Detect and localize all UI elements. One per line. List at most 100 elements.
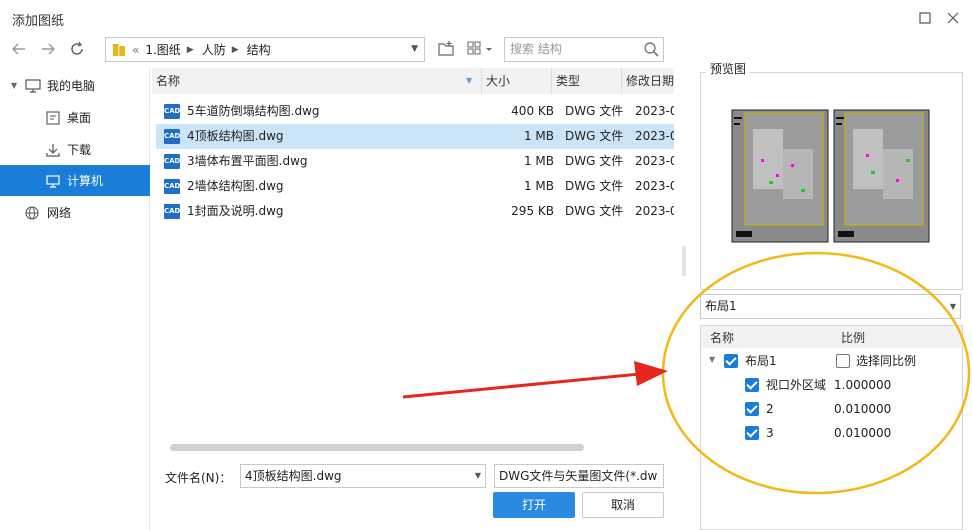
address-dropdown-icon[interactable]: ▼: [411, 44, 418, 54]
file-date: 2023-0: [635, 179, 674, 193]
breadcrumb-segment[interactable]: 结构: [247, 41, 271, 58]
layout-select-value: 布局1: [705, 299, 737, 313]
file-type: DWG 文件: [565, 179, 624, 193]
file-size: 1 MB: [523, 154, 554, 168]
computer-icon: [25, 78, 41, 93]
new-folder-button[interactable]: [437, 40, 455, 58]
layout-root-checkbox[interactable]: [724, 354, 738, 368]
close-icon: [947, 12, 959, 24]
viewport-checkbox[interactable]: [745, 402, 759, 416]
filename-field[interactable]: 4顶板结构图.dwg ▼: [240, 464, 486, 488]
close-button[interactable]: [943, 8, 963, 28]
address-bar[interactable]: « 1.图纸 ▶ 人防 ▶ 结构 ▼: [105, 37, 425, 62]
tree-item-scale: 0.010000: [834, 426, 892, 440]
window-title: 添加图纸: [12, 14, 65, 29]
tree-item-label: 2: [766, 402, 774, 416]
tree-item-label: 视口外区域: [766, 378, 827, 392]
panel-splitter[interactable]: [682, 246, 686, 276]
cad-file-icon: CAD: [164, 204, 180, 219]
cad-file-icon: CAD: [164, 179, 180, 194]
filetype-value: DWG文件与矢量图文件(*.dw: [499, 469, 658, 483]
viewport-checkbox[interactable]: [745, 378, 759, 392]
overflow-chevron-icon[interactable]: «: [132, 43, 139, 57]
search-icon[interactable]: [643, 41, 659, 57]
breadcrumb-segment[interactable]: 1.图纸: [145, 41, 180, 58]
same-scale-checkbox[interactable]: [836, 354, 850, 368]
breadcrumb-separator-icon: ▶: [231, 44, 239, 55]
open-button[interactable]: 打开: [493, 492, 575, 518]
column-header-size[interactable]: 大小: [482, 68, 552, 94]
sidebar-item-label: 我的电脑: [47, 79, 96, 93]
table-row[interactable]: CAD 1封面及说明.dwg 295 KB DWG 文件 2023-0: [156, 199, 674, 224]
sidebar-item-computer[interactable]: 计算机: [0, 165, 150, 196]
filename-label: 文件名(N)：: [165, 471, 232, 485]
file-name: 3墙体布置平面图.dwg: [187, 154, 308, 168]
folder-icon: [113, 43, 125, 56]
sidebar: ▼ 我的电脑 桌面 下载 计算机 网络: [0, 68, 150, 530]
column-header-type[interactable]: 类型: [552, 68, 622, 94]
monitor-icon: [46, 174, 60, 188]
file-size: 1 MB: [523, 129, 554, 143]
sidebar-item-network[interactable]: 网络: [0, 197, 150, 228]
sidebar-item-label: 下载: [67, 143, 92, 157]
tree-item-label: 3: [766, 426, 774, 440]
sidebar-item-desktop[interactable]: 桌面: [0, 102, 150, 133]
filename-dropdown-icon[interactable]: ▼: [475, 465, 481, 487]
cad-file-icon: CAD: [164, 104, 180, 119]
view-mode-button[interactable]: [466, 40, 494, 58]
horizontal-scrollbar[interactable]: [170, 444, 584, 451]
breadcrumb-segment[interactable]: 人防: [202, 41, 226, 58]
cad-file-icon: CAD: [164, 154, 180, 169]
file-type: DWG 文件: [565, 129, 624, 143]
sidebar-item-downloads[interactable]: 下载: [0, 134, 150, 165]
column-header-name[interactable]: 名称 ▼: [152, 68, 482, 94]
maximize-button[interactable]: [915, 8, 935, 28]
preview-label: 预览图: [706, 60, 751, 77]
file-size: 400 KB: [511, 104, 554, 118]
column-header-label: 修改日期: [626, 74, 675, 88]
same-scale-label: 选择同比例: [856, 354, 917, 368]
filename-value: 4顶板结构图.dwg: [245, 469, 342, 483]
back-button[interactable]: [8, 38, 30, 60]
file-date: 2023-0: [635, 104, 674, 118]
sidebar-item-label: 网络: [47, 206, 72, 220]
grid-view-icon: [467, 41, 492, 55]
filetype-select[interactable]: DWG文件与矢量图文件(*.dw: [494, 464, 664, 488]
search-input[interactable]: 搜索 结构: [504, 37, 664, 62]
layout-dropdown-icon: ▼: [949, 302, 956, 311]
file-size: 295 KB: [511, 204, 554, 218]
tree-item-scale: 1.000000: [834, 378, 892, 392]
globe-icon: [25, 205, 39, 220]
file-type: DWG 文件: [565, 204, 624, 218]
collapse-arrow-icon[interactable]: ▼: [11, 81, 17, 90]
refresh-button[interactable]: [66, 38, 88, 60]
cad-file-icon: CAD: [164, 129, 180, 144]
file-list: 名称 ▼ 大小 类型 修改日期 CAD 5车道防倒塌结构图.dwg 400 KB…: [152, 68, 674, 453]
file-date: 2023-0: [635, 154, 674, 168]
sidebar-item-label: 桌面: [67, 111, 92, 125]
download-icon: [46, 143, 60, 157]
tree-item-scale: 0.010000: [834, 402, 892, 416]
file-date: 2023-0: [635, 129, 674, 143]
forward-button[interactable]: [37, 38, 59, 60]
table-row[interactable]: CAD 3墙体布置平面图.dwg 1 MB DWG 文件 2023-0: [156, 149, 674, 174]
file-type: DWG 文件: [565, 154, 624, 168]
layout-select[interactable]: 布局1 ▼: [700, 294, 961, 319]
table-row[interactable]: CAD 5车道防倒塌结构图.dwg 400 KB DWG 文件 2023-0: [156, 99, 674, 124]
arrow-right-icon: [42, 43, 55, 55]
viewport-checkbox[interactable]: [745, 426, 759, 440]
column-header-label: 类型: [556, 74, 581, 88]
search-placeholder: 搜索 结构: [510, 42, 562, 56]
table-row[interactable]: CAD 2墙体结构图.dwg 1 MB DWG 文件 2023-0: [156, 174, 674, 199]
file-size: 1 MB: [523, 179, 554, 193]
breadcrumb-separator-icon: ▶: [186, 44, 194, 55]
table-row-selected[interactable]: CAD 4顶板结构图.dwg 1 MB DWG 文件 2023-0: [156, 124, 674, 149]
column-header-date[interactable]: 修改日期: [622, 68, 674, 94]
tree-header-name: 名称: [710, 331, 735, 345]
sidebar-item-my-computer[interactable]: ▼ 我的电脑: [0, 70, 150, 101]
cancel-button[interactable]: 取消: [582, 492, 664, 518]
tree-header-scale: 比例: [841, 331, 866, 345]
file-type: DWG 文件: [565, 104, 624, 118]
tree-collapse-icon[interactable]: ▼: [709, 355, 715, 364]
title-bar: [0, 0, 972, 34]
